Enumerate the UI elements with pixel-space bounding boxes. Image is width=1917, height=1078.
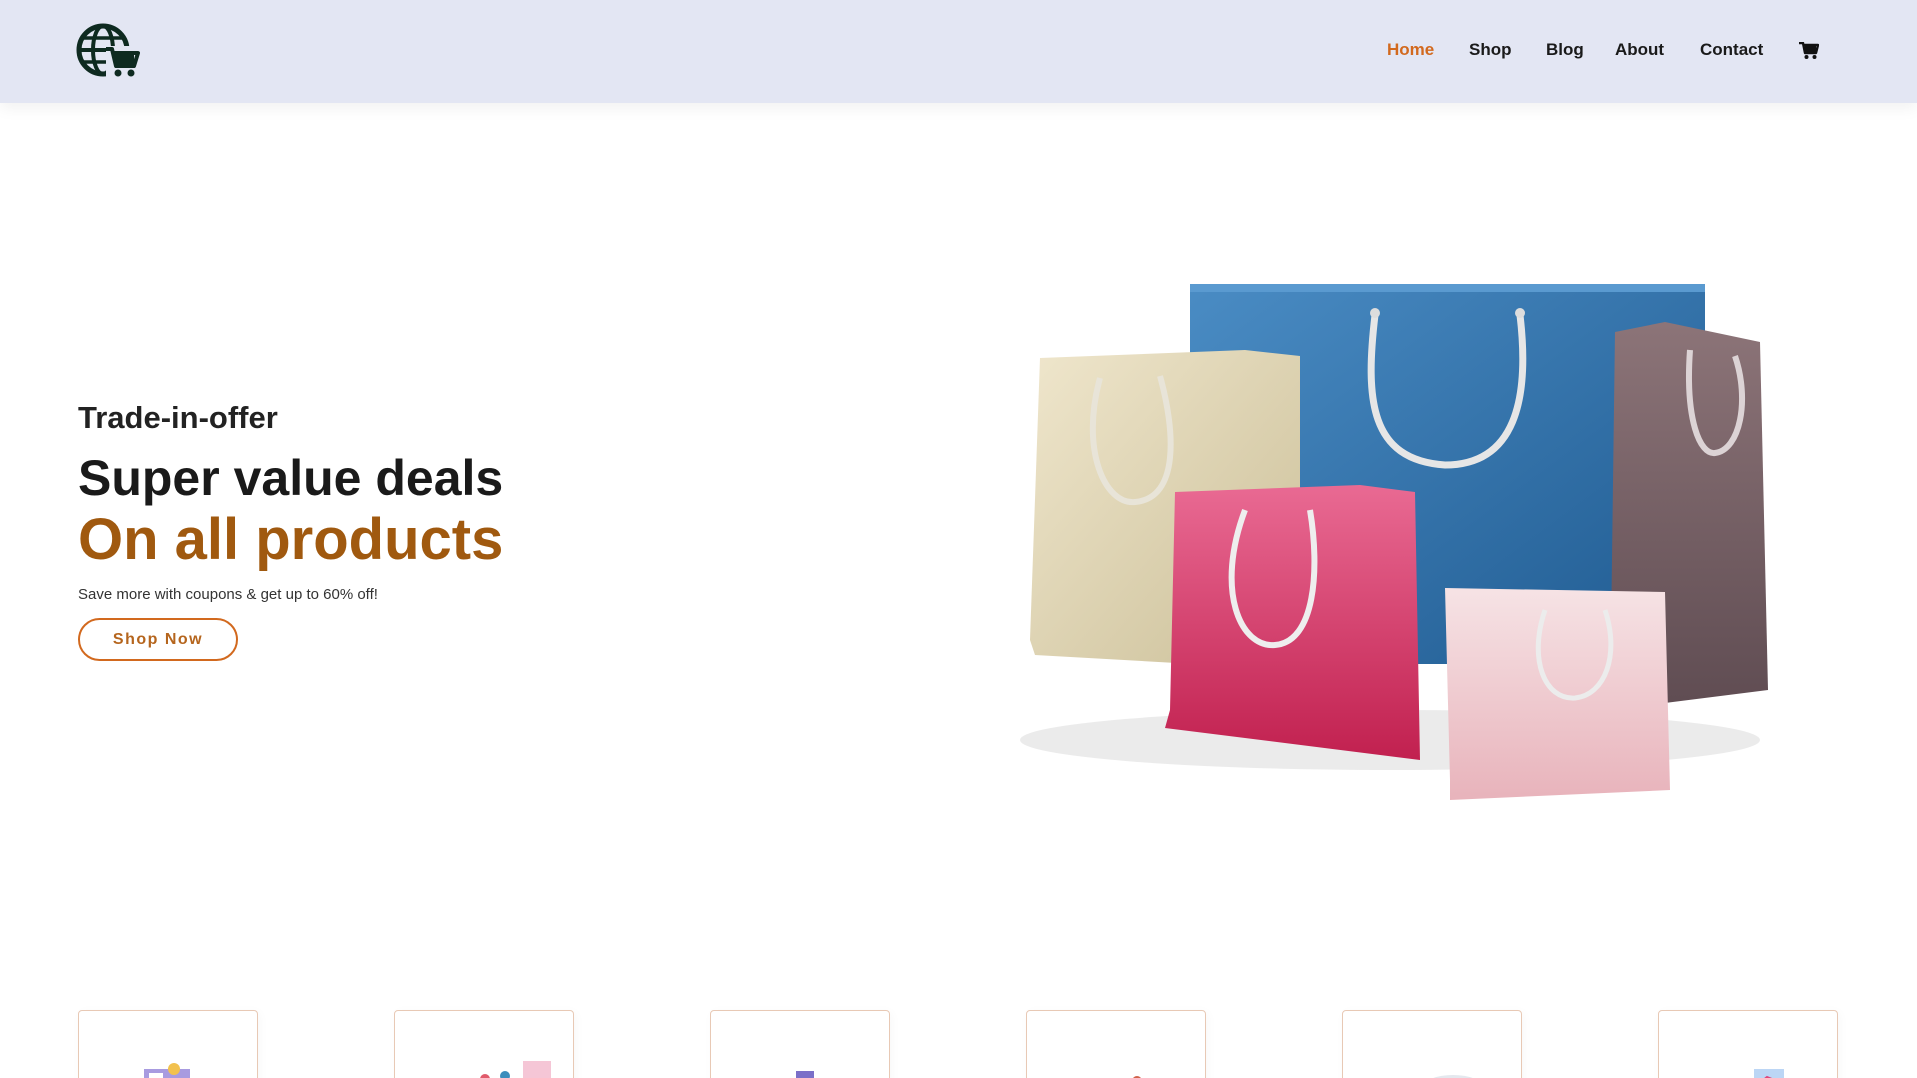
shop-now-button[interactable]: Shop Now: [78, 618, 238, 661]
nav-about[interactable]: About: [1615, 40, 1664, 60]
nav-shop[interactable]: Shop: [1469, 40, 1512, 60]
hero-section: Trade-in-offer Super value deals On all …: [78, 396, 778, 603]
feature-illustration-1: [144, 1063, 190, 1078]
site-header: Home Shop Blog About Contact: [0, 0, 1917, 103]
hero-description: Save more with coupons & get up to 60% o…: [78, 586, 378, 603]
hero-title-highlight: On all products: [78, 507, 504, 572]
globe-cart-icon[interactable]: [76, 22, 140, 80]
nav-home[interactable]: Home: [1387, 40, 1434, 60]
feature-illustration-6: [1754, 1069, 1784, 1078]
feature-card[interactable]: [394, 1010, 574, 1078]
hero-subtitle: Trade-in-offer: [78, 400, 278, 435]
feature-card[interactable]: [710, 1010, 890, 1078]
feature-illustration-2: [480, 1061, 551, 1078]
shopping-cart-icon[interactable]: [1799, 42, 1819, 60]
feature-card[interactable]: [1658, 1010, 1838, 1078]
feature-card[interactable]: [1342, 1010, 1522, 1078]
feature-illustration-4: [1133, 1076, 1141, 1078]
feature-illustration-5: [1433, 1075, 1473, 1078]
nav-contact[interactable]: Contact: [1700, 40, 1763, 60]
feature-illustration-3: [796, 1071, 814, 1078]
hero-title: Super value deals: [78, 450, 504, 506]
feature-card[interactable]: [1026, 1010, 1206, 1078]
shopping-bags-illustration: [1020, 284, 1768, 800]
nav-blog[interactable]: Blog: [1546, 40, 1584, 60]
feature-card[interactable]: [78, 1010, 258, 1078]
